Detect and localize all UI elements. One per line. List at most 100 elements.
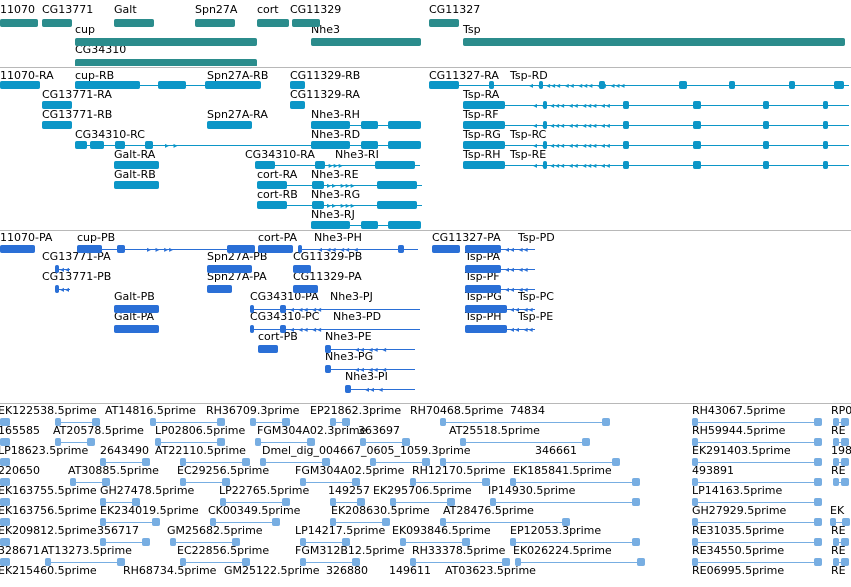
feature-label[interactable]: EC22856.5prime [177,544,269,557]
feature-label[interactable]: 346661 [535,444,577,457]
feature-label[interactable]: EK163755.5prime [0,484,97,497]
feature-glyph[interactable] [114,18,154,29]
feature-label[interactable]: 220650 [0,464,40,477]
feature-label[interactable]: RH59944.5prime [692,424,785,437]
feature-label[interactable]: AT20578.5prime [53,424,144,437]
feature-glyph[interactable]: ◂ ◂ ◂◂◂ ◂◂ ◂◂◂ ◂◂ [463,140,849,151]
feature-label[interactable]: EK093846.5prime [392,524,491,537]
feature-glyph[interactable]: ◂◂ ◂◂ [465,304,535,315]
feature-label[interactable]: EK026224.5prime [513,544,612,557]
feature-label[interactable]: RE06995.5prime [692,564,784,577]
feature-glyph[interactable]: ◂◂ ◂◂ [465,324,535,335]
feature-label[interactable]: Tsp-PD [518,231,555,244]
feature-glyph[interactable] [257,18,289,29]
feature-label[interactable]: EC29256.5prime [177,464,269,477]
feature-label[interactable]: CG11327 [429,3,480,16]
feature-glyph[interactable]: ▸▸ ▸▸▸ [257,200,422,211]
feature-label[interactable]: 165585 [0,424,40,437]
feature-label[interactable]: RE [831,544,846,557]
feature-label[interactable]: Nhe3-PJ [330,290,373,303]
feature-label[interactable]: RH43067.5prime [692,404,785,417]
feature-glyph[interactable]: ◂◂ ◂◂ [465,284,535,295]
feature-glyph[interactable] [42,18,72,29]
feature-label[interactable]: CG13771 [42,3,93,16]
feature-glyph[interactable]: ◂ ◂ ◂◂◂ ◂◂ ◂◂◂ ◂◂ [463,100,849,111]
feature-label[interactable]: AT03623.5prime [445,564,536,577]
feature-glyph[interactable] [114,304,159,315]
feature-glyph[interactable]: ▸▸▸ ▸ [311,120,421,131]
feature-label[interactable]: AT13273.5prime [41,544,132,557]
feature-label[interactable]: RH12170.5prime [412,464,505,477]
feature-glyph[interactable] [432,244,460,255]
feature-glyph[interactable]: ▸ ▸ ▸▸ [77,244,255,255]
feature-glyph[interactable] [42,100,72,111]
feature-label[interactable]: Dmel_dig_004667_0605_1059.3prime [262,444,471,457]
feature-label[interactable]: 198 [831,444,851,457]
feature-label[interactable]: EK [830,504,844,517]
feature-glyph[interactable]: ◂◂ ◂◂ ◂ [325,364,415,375]
feature-label[interactable]: RE34550.5prime [692,544,784,557]
feature-label[interactable]: 328671 [0,544,40,557]
feature-glyph[interactable] [195,18,235,29]
feature-glyph[interactable] [311,37,421,48]
feature-glyph[interactable] [463,37,845,48]
feature-label[interactable]: LP18623.5prime [0,444,88,457]
feature-label[interactable]: EP12053.3prime [510,524,601,537]
feature-glyph[interactable] [75,58,257,66]
feature-label[interactable]: GM25122.5prime [224,564,320,577]
feature-label[interactable]: LP02806.5prime [155,424,245,437]
feature-label[interactable]: RE [831,524,846,537]
feature-label[interactable]: 326880 [326,564,368,577]
feature-label[interactable]: Galt [114,3,137,16]
feature-label[interactable]: RH36709.3prime [206,404,299,417]
feature-glyph[interactable]: ◂ ◂ ◂◂◂ ◂◂ ◂◂◂ ◂◂ ◂◂◂ [429,80,849,91]
feature-glyph[interactable] [258,244,293,255]
feature-label[interactable]: AT28476.5prime [443,504,534,517]
feature-glyph[interactable] [207,264,252,275]
feature-label[interactable]: 493891 [692,464,734,477]
feature-glyph[interactable]: ◂ ◂◂ ◂◂ [250,324,420,335]
feature-glyph[interactable]: ◂ ◂ ◂◂◂ ◂◂ ◂◂◂ ◂◂ [463,160,849,171]
feature-label[interactable]: 149257 [328,484,370,497]
feature-glyph[interactable] [114,180,159,191]
feature-label[interactable]: EP21862.3prime [310,404,401,417]
feature-glyph[interactable] [207,284,232,295]
feature-label[interactable]: LP14217.5prime [295,524,385,537]
feature-label[interactable]: EK208630.5prime [331,504,430,517]
feature-label[interactable]: GH27478.5prime [100,484,194,497]
feature-label[interactable]: cup-PB [77,231,115,244]
feature-label[interactable]: CG11327-PA [432,231,501,244]
feature-glyph[interactable]: ◂◂ ◂◂ ◂ [325,344,415,355]
feature-glyph[interactable] [290,100,305,111]
feature-label[interactable]: RP0 [831,404,851,417]
feature-label[interactable]: Galt-PB [114,290,155,303]
feature-label[interactable]: AT25518.5prime [449,424,540,437]
feature-glyph[interactable]: ▸▸▸ ▸ [311,220,421,230]
feature-label[interactable]: IP14930.5prime [488,484,575,497]
feature-label[interactable]: 74834 [510,404,545,417]
feature-label[interactable]: RH33378.5prime [412,544,505,557]
feature-glyph[interactable] [429,18,459,29]
feature-glyph[interactable]: ▸▸ ▸▸▸ [255,160,420,171]
feature-label[interactable]: CG13771-PB [42,270,111,283]
feature-glyph[interactable]: ◂◂ ◂ [345,384,415,395]
feature-label[interactable]: EK295706.5prime [373,484,472,497]
feature-glyph[interactable] [0,18,38,29]
feature-glyph[interactable]: ◂◂ ◂◂ [465,264,535,275]
feature-label[interactable]: AT30885.5prime [68,464,159,477]
feature-label[interactable]: 11070-PA [0,231,52,244]
feature-label[interactable]: FGM304A02.5prime [295,464,404,477]
feature-label[interactable]: FGM304A02.3prime [257,424,366,437]
feature-glyph[interactable] [293,284,318,295]
feature-label[interactable]: Nhe3-PH [314,231,362,244]
feature-label[interactable]: EK209812.5prime [0,524,97,537]
feature-label[interactable]: RH70468.5prime [410,404,503,417]
feature-label[interactable]: 149611 [389,564,431,577]
feature-label[interactable]: 356717 [97,524,139,537]
feature-label[interactable]: FGM312B12.5prime [295,544,404,557]
feature-label[interactable]: RH68734.5prime [123,564,216,577]
feature-glyph[interactable]: ◂◂ ◂◂ [465,244,535,255]
feature-label[interactable]: CG11329 [290,3,341,16]
feature-label[interactable]: EK122538.5prime [0,404,97,417]
feature-glyph[interactable] [293,264,311,275]
